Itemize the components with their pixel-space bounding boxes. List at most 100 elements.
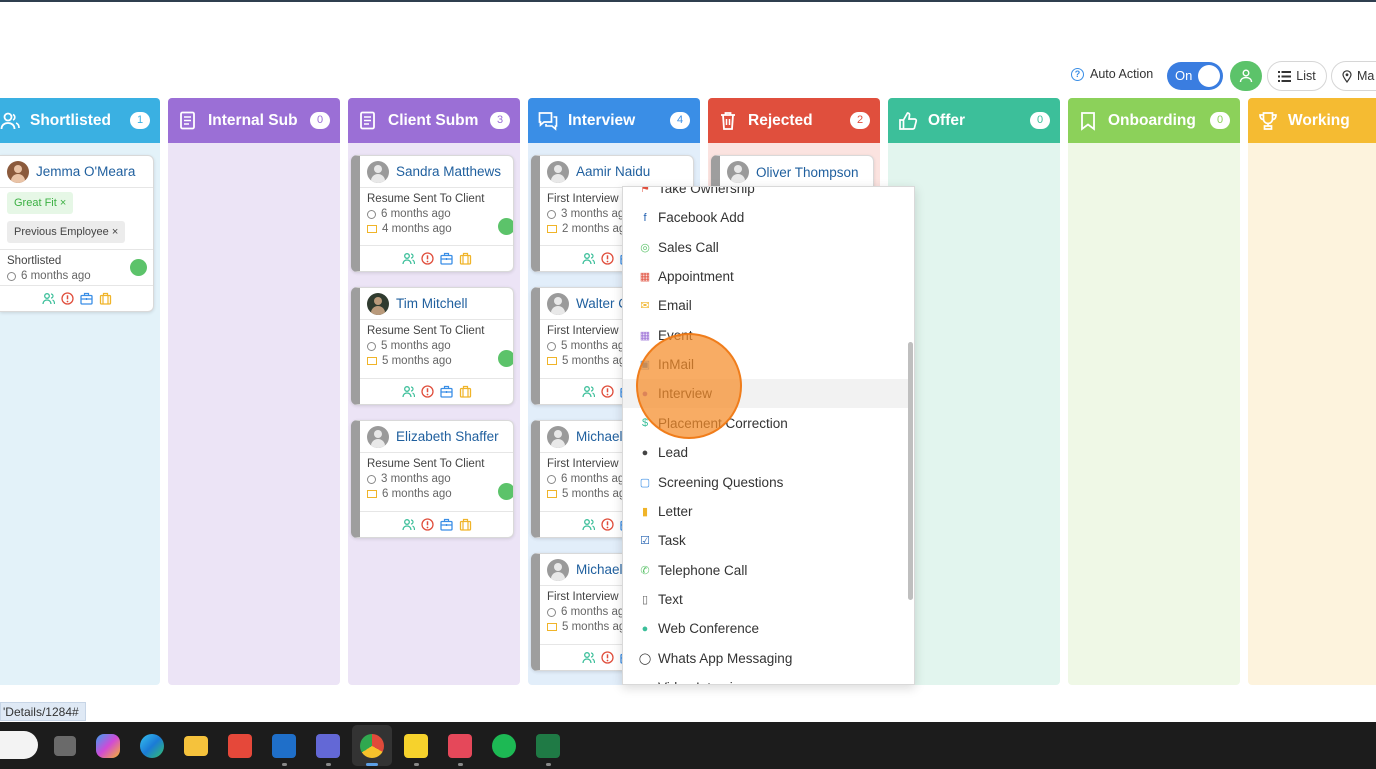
column-title: Onboarding [1108,111,1196,129]
trophy-icon [1258,111,1278,131]
candidate-card[interactable]: Jemma O'Meara Great Fit × Previous Emplo… [0,155,154,312]
alert-icon[interactable] [600,385,614,398]
alert-icon[interactable] [60,292,74,305]
candidate-name[interactable]: Jemma O'Meara [36,164,135,179]
dropdown-item-sales-call[interactable]: ◎ Sales Call [623,233,908,262]
alert-icon[interactable] [420,385,434,398]
briefcase-icon[interactable] [439,385,453,398]
users-icon[interactable] [401,252,415,265]
file-explorer-icon[interactable] [184,736,208,756]
users-icon[interactable] [581,651,595,664]
dropdown-item-whats-app-messaging[interactable]: ◯ Whats App Messaging [623,644,908,673]
luggage-icon[interactable] [459,385,472,398]
candidate-name[interactable]: Tim Mitchell [396,296,468,311]
candidate-name[interactable]: Walter C [576,296,628,311]
column-header[interactable]: Offer 0 [888,98,1060,143]
column-count-badge: 1 [130,112,150,129]
candidate-name[interactable]: Oliver Thompson [756,165,859,180]
sticky-notes-icon[interactable] [404,734,428,758]
dropdown-item-video-interview[interactable]: ▭ Video Interview [623,673,908,684]
column-header[interactable]: Shortlisted 1 [0,98,160,143]
column-header[interactable]: Rejected 2 [708,98,880,143]
envelope-icon [367,490,377,498]
luggage-icon[interactable] [99,292,112,305]
column-header[interactable]: Client Subm 3 [348,98,520,143]
window-top-border [0,0,1376,2]
users-icon[interactable] [401,385,415,398]
briefcase-icon[interactable] [439,518,453,531]
column-header[interactable]: Onboarding 0 [1068,98,1240,143]
avatar [547,558,569,581]
dropdown-item-text[interactable]: ▯ Text [623,585,908,614]
users-icon[interactable] [581,385,595,398]
auto-action-toggle[interactable]: On [1167,62,1223,90]
dropdown-item-appointment[interactable]: ▦ Appointment [623,262,908,291]
taskbar-search[interactable] [0,731,38,759]
app-tasks-icon[interactable] [448,734,472,758]
assign-users-button[interactable] [1230,61,1262,91]
alert-icon[interactable] [600,518,614,531]
excel-icon[interactable] [536,734,560,758]
activity-type-dropdown[interactable]: ⚑ Take Ownership f Facebook Add ◎ Sales Call ▦… [622,186,915,685]
alert-icon[interactable] [600,651,614,664]
column-count-badge: 3 [490,112,510,129]
outlook-icon[interactable] [272,734,296,758]
candidate-name[interactable]: Michael [576,562,623,577]
tag-previous-employee: Previous Employee × [7,221,126,243]
alert-icon[interactable] [420,518,434,531]
chrome-icon[interactable] [360,734,384,758]
clock-icon [367,209,376,219]
dropdown-item-lead[interactable]: ● Lead [623,438,908,467]
candidate-card[interactable]: Elizabeth Shaffer Resume Sent To Client 3 … [351,420,514,538]
candidate-name[interactable]: Sandra Matthews [396,164,501,179]
card-actions [360,511,513,537]
luggage-icon[interactable] [459,518,472,531]
column-header[interactable]: Interview 4 [528,98,700,143]
candidate-card[interactable]: Sandra Matthews Resume Sent To Client 6 mo… [351,155,514,272]
candidate-name[interactable]: Michael [576,429,623,444]
dropdown-item-screening-questions[interactable]: ▢ Screening Questions [623,468,908,497]
column-header[interactable]: Internal Sub 0 [168,98,340,143]
spotify-icon[interactable] [492,734,516,758]
users-icon[interactable] [581,252,595,265]
map-view-button[interactable]: Ma [1331,61,1376,91]
dropdown-item-take-ownership[interactable]: ⚑ Take Ownership [623,187,908,203]
task-view-icon[interactable] [54,736,76,756]
list-view-button[interactable]: List [1267,61,1327,91]
dropdown-item-web-conference[interactable]: ● Web Conference [623,614,908,643]
column-title: Working [1288,111,1350,129]
alert-icon[interactable] [420,252,434,265]
dropdown-item-email[interactable]: ✉ Email [623,291,908,320]
help-icon[interactable]: ? [1071,67,1084,81]
alert-icon[interactable] [600,252,614,265]
edge-browser-icon[interactable] [140,734,164,758]
candidate-name[interactable]: Elizabeth Shaffer [396,429,499,444]
clock-icon [367,474,376,484]
column-header[interactable]: Working [1248,98,1376,143]
dropdown-item-task[interactable]: ☑ Task [623,526,908,555]
dropdown-item-telephone-call[interactable]: ✆ Telephone Call [623,556,908,585]
clock-icon [7,271,16,281]
status-dot [498,218,513,235]
envelope-icon [367,357,377,365]
card-header: Jemma O'Meara [0,156,153,188]
briefcase-icon[interactable] [439,252,453,265]
dropdown-item-letter[interactable]: ▮ Letter [623,497,908,526]
app-s-icon[interactable] [228,734,252,758]
column-count-badge: 0 [1210,112,1230,129]
luggage-icon[interactable] [459,252,472,265]
candidate-name[interactable]: Aamir Naidu [576,164,650,179]
users-icon[interactable] [41,292,55,305]
candidate-card[interactable]: Tim Mitchell Resume Sent To Client 5 month… [351,287,514,405]
checkbox-icon: ☑ [640,535,650,548]
teams-icon[interactable] [316,734,340,758]
envelope-icon [547,225,557,233]
dropdown-item-facebook-add[interactable]: f Facebook Add [623,203,908,232]
copilot-icon[interactable] [96,734,120,758]
column-onboarding: Onboarding 0 [1068,98,1240,685]
running-indicator [458,763,463,766]
users-icon[interactable] [581,518,595,531]
users-icon[interactable] [401,518,415,531]
dropdown-scrollbar[interactable] [908,342,913,600]
briefcase-icon[interactable] [79,292,93,305]
